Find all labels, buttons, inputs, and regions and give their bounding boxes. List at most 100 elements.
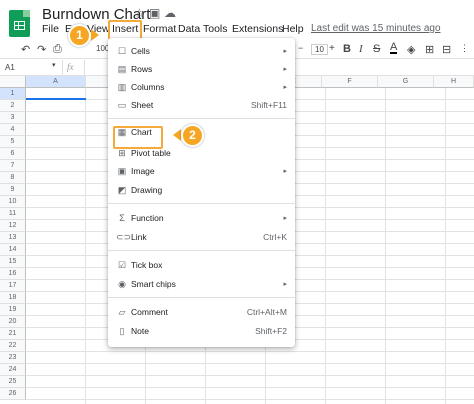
- menu-extensions[interactable]: Extensions: [232, 23, 283, 35]
- row-header[interactable]: 3: [0, 112, 26, 124]
- row-header[interactable]: 25: [0, 376, 26, 388]
- menu-item-smart-chips[interactable]: ◉ Smart chips ▸: [108, 276, 295, 293]
- callout-badge-1: 1: [68, 24, 91, 47]
- column-header[interactable]: F: [322, 76, 378, 88]
- menu-item-rows[interactable]: ▤ Rows ▸: [108, 61, 295, 78]
- move-folder-icon[interactable]: ▣: [149, 6, 160, 20]
- menu-divider: [108, 203, 295, 204]
- italic-icon[interactable]: I: [359, 43, 363, 55]
- row-header[interactable]: 20: [0, 316, 26, 328]
- fx-icon: fx: [67, 62, 74, 72]
- strikethrough-icon[interactable]: S: [373, 43, 380, 55]
- row-header[interactable]: 9: [0, 184, 26, 196]
- font-size-decrease-icon[interactable]: −: [298, 43, 303, 53]
- row-header[interactable]: 6: [0, 148, 26, 160]
- row-header[interactable]: 4: [0, 124, 26, 136]
- menu-divider: [108, 118, 295, 119]
- row-header[interactable]: 26: [0, 388, 26, 400]
- name-box[interactable]: A1: [5, 63, 15, 72]
- menu-item-label: Function: [131, 213, 164, 223]
- print-icon[interactable]: ⎙: [53, 43, 62, 56]
- menu-help[interactable]: Help: [282, 23, 304, 35]
- row-header[interactable]: 7: [0, 160, 26, 172]
- row-header[interactable]: 21: [0, 328, 26, 340]
- row-header[interactable]: 5: [0, 136, 26, 148]
- font-size-input[interactable]: 10: [311, 44, 328, 55]
- menu-item-cells[interactable]: ☐ Cells ▸: [108, 43, 295, 60]
- cloud-status-icon[interactable]: ☁: [164, 6, 176, 20]
- menu-item-label: Smart chips: [131, 279, 176, 289]
- menu-format[interactable]: Format: [143, 23, 176, 35]
- selected-cell-a1[interactable]: [26, 88, 86, 100]
- name-box-dropdown-icon[interactable]: ▾: [52, 61, 56, 69]
- menu-item-shortcut: Ctrl+Alt+M: [246, 307, 287, 317]
- row-header[interactable]: 2: [0, 100, 26, 112]
- menu-item-shortcut: Shift+F11: [251, 100, 287, 110]
- row-header[interactable]: 19: [0, 304, 26, 316]
- tick-box-icon: ☑: [117, 260, 127, 270]
- menu-item-comment[interactable]: ▱ Comment Ctrl+Alt+M: [108, 304, 295, 321]
- row-header[interactable]: 8: [0, 172, 26, 184]
- text-color-icon[interactable]: A: [390, 42, 398, 54]
- submenu-arrow-icon: ▸: [283, 215, 287, 222]
- menu-data[interactable]: Data: [178, 23, 200, 35]
- column-header[interactable]: H: [434, 76, 474, 88]
- row-header[interactable]: 23: [0, 352, 26, 364]
- fill-color-icon[interactable]: ◈: [407, 43, 415, 56]
- menu-item-label: Cells: [131, 46, 150, 56]
- submenu-arrow-icon: ▸: [283, 84, 287, 91]
- menu-item-image[interactable]: ▣ Image ▸: [108, 163, 295, 180]
- row-header[interactable]: 14: [0, 244, 26, 256]
- sheets-logo-icon[interactable]: [9, 10, 30, 37]
- menu-item-note[interactable]: ▯ Note Shift+F2: [108, 323, 295, 340]
- row-header[interactable]: 16: [0, 268, 26, 280]
- redo-icon[interactable]: ↷: [37, 43, 46, 56]
- menu-file[interactable]: File: [42, 23, 59, 35]
- undo-icon[interactable]: ↶: [21, 43, 30, 56]
- row-header[interactable]: 10: [0, 196, 26, 208]
- menu-tools[interactable]: Tools: [203, 23, 228, 35]
- last-edit-link[interactable]: Last edit was 15 minutes ago: [311, 23, 441, 34]
- menu-item-label: Comment: [131, 307, 168, 317]
- menu-item-link[interactable]: ⊂⊃ Link Ctrl+K: [108, 229, 295, 246]
- borders-icon[interactable]: ⊞: [425, 43, 434, 56]
- row-header[interactable]: 17: [0, 280, 26, 292]
- submenu-arrow-icon: ▸: [283, 281, 287, 288]
- menu-item-shortcut: Shift+F2: [255, 326, 287, 336]
- row-header[interactable]: 12: [0, 220, 26, 232]
- bold-icon[interactable]: B: [343, 43, 351, 55]
- row-header[interactable]: 24: [0, 364, 26, 376]
- row-header[interactable]: 13: [0, 232, 26, 244]
- insert-dropdown-menu: ☐ Cells ▸ ▤ Rows ▸ ▥ Columns ▸ ▭ Sheet S…: [108, 38, 295, 347]
- function-icon: Σ: [119, 213, 125, 223]
- menu-item-label: Rows: [131, 64, 153, 74]
- menu-item-shortcut: Ctrl+K: [263, 232, 287, 242]
- select-all-corner[interactable]: [0, 76, 26, 88]
- more-options-icon[interactable]: ⋮: [460, 43, 469, 54]
- callout-badge-2: 2: [181, 124, 204, 147]
- chart-item-highlight: [113, 126, 163, 149]
- menu-item-columns[interactable]: ▥ Columns ▸: [108, 79, 295, 96]
- menu-item-function[interactable]: Σ Function ▸: [108, 210, 295, 227]
- row-header[interactable]: 22: [0, 340, 26, 352]
- smart-chips-icon: ◉: [118, 279, 126, 289]
- insert-menu-highlight: [108, 20, 142, 40]
- column-header[interactable]: G: [378, 76, 434, 88]
- submenu-arrow-icon: ▸: [283, 168, 287, 175]
- row-header[interactable]: 18: [0, 292, 26, 304]
- note-icon: ▯: [119, 326, 125, 336]
- menu-item-tick-box[interactable]: ☑ Tick box: [108, 257, 295, 274]
- row-header[interactable]: 1: [0, 88, 26, 100]
- column-header[interactable]: A: [26, 76, 86, 88]
- font-size-increase-icon[interactable]: +: [329, 43, 335, 54]
- row-header[interactable]: 11: [0, 208, 26, 220]
- callout-arrow-1: [91, 29, 99, 41]
- merge-cells-icon[interactable]: ⊟: [442, 43, 451, 56]
- row-header[interactable]: 15: [0, 256, 26, 268]
- columns-icon: ▥: [117, 82, 127, 92]
- menu-item-label: Sheet: [131, 100, 154, 110]
- menu-item-drawing[interactable]: ◩ Drawing: [108, 182, 295, 199]
- star-icon[interactable]: ☆: [134, 6, 145, 20]
- callout-arrow-2: [173, 129, 181, 141]
- menu-item-sheet[interactable]: ▭ Sheet Shift+F11: [108, 97, 295, 114]
